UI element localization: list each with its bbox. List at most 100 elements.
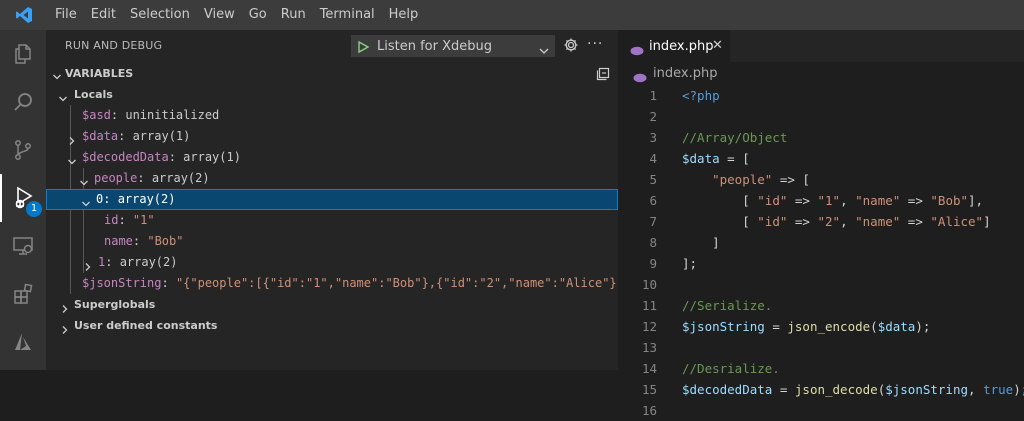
- variable-row[interactable]: $data: array(1): [46, 126, 618, 147]
- explorer-icon[interactable]: [0, 30, 46, 78]
- variable-row[interactable]: $asd: uninitialized: [46, 105, 618, 126]
- variable-row[interactable]: $jsonString: "{"people":[{"id":"1","name…: [46, 273, 638, 294]
- php-file-icon: [630, 41, 644, 60]
- variable-row[interactable]: people: array(2): [46, 168, 618, 189]
- remote-explorer-icon[interactable]: [0, 222, 46, 270]
- scope-superglobals[interactable]: Superglobals: [46, 294, 618, 315]
- variable-separator: :: [118, 213, 133, 227]
- close-icon[interactable]: ✕: [712, 38, 723, 53]
- variable-row[interactable]: $decodedData: array(1): [46, 147, 618, 168]
- variables-section-title: VARIABLES: [65, 67, 134, 80]
- variable-row-selected[interactable]: 0: array(2): [46, 189, 618, 210]
- code-token: => [: [772, 172, 810, 187]
- scope-locals[interactable]: Locals: [46, 84, 618, 105]
- code-line[interactable]: 3 //Array/Object: [618, 127, 1024, 148]
- menu-help[interactable]: Help: [382, 0, 426, 30]
- variable-separator: :: [168, 150, 184, 164]
- search-icon[interactable]: [0, 78, 46, 126]
- menu-go[interactable]: Go: [242, 0, 274, 30]
- code-line[interactable]: 5 "people" => [: [618, 169, 1024, 190]
- code-text: <?php: [682, 85, 720, 106]
- line-number: 14: [641, 361, 657, 376]
- extensions-icon[interactable]: [0, 270, 46, 318]
- variable-separator: :: [161, 276, 176, 290]
- editor-pane: index.php ✕ index.php 1 <?php 2 3 //Array/Ob…: [618, 30, 1024, 418]
- variable-value: array(1): [132, 129, 191, 143]
- code-token: true: [983, 382, 1014, 397]
- code-line[interactable]: 8 ]: [618, 232, 1024, 253]
- more-actions-icon[interactable]: ···: [587, 36, 603, 52]
- code-token: "id": [757, 193, 788, 208]
- vscode-logo-icon: [0, 0, 48, 30]
- menu-terminal[interactable]: Terminal: [313, 0, 382, 30]
- variable-value: array(2): [151, 171, 210, 185]
- code-text: //Desrialize.: [682, 358, 780, 379]
- tab-bar: index.php ✕: [618, 30, 1024, 62]
- code-token: =>: [787, 193, 818, 208]
- code-text: ]: [682, 232, 720, 253]
- menu-edit[interactable]: Edit: [84, 0, 123, 30]
- menu-selection[interactable]: Selection: [123, 0, 197, 30]
- gear-icon[interactable]: [563, 37, 579, 57]
- code-token: ,: [840, 193, 856, 208]
- code-token: json_encode: [787, 319, 871, 334]
- code-line[interactable]: 11 //Serialize.: [618, 295, 1024, 316]
- line-number: 7: [649, 214, 657, 229]
- activity-bar: 1: [0, 30, 46, 370]
- line-number: 13: [641, 340, 657, 355]
- line-number: 10: [641, 277, 657, 292]
- code-line[interactable]: 16: [618, 400, 1024, 421]
- code-line[interactable]: 1 <?php: [618, 85, 1024, 106]
- variable-row[interactable]: name: "Bob": [46, 231, 618, 252]
- menu-file[interactable]: File: [48, 0, 84, 30]
- breadcrumb[interactable]: index.php: [618, 62, 1024, 84]
- variable-row[interactable]: 1: array(2): [46, 252, 618, 273]
- source-control-icon[interactable]: [0, 126, 46, 174]
- azure-icon[interactable]: [0, 318, 46, 366]
- start-debug-icon[interactable]: [356, 39, 370, 58]
- code-token: =>: [787, 214, 818, 229]
- menu-run[interactable]: Run: [274, 0, 313, 30]
- code-text: //Array/Object: [682, 127, 787, 148]
- tab-index-php[interactable]: index.php ✕: [618, 30, 730, 62]
- title-bar: File Edit Selection View Go Run Terminal…: [0, 0, 1024, 30]
- variable-name: people: [94, 171, 138, 185]
- code-line[interactable]: 7 [ "id" => "2", "name" => "Alice"]: [618, 211, 1024, 232]
- code-text: //Serialize.: [682, 295, 772, 316]
- code-line[interactable]: 9];: [618, 253, 1024, 274]
- code-line[interactable]: 10: [618, 274, 1024, 295]
- scope-label: Locals: [74, 88, 113, 101]
- code-line[interactable]: 13: [618, 337, 1024, 358]
- variable-row[interactable]: id: "1": [46, 210, 618, 231]
- variable-name: name: [104, 234, 133, 248]
- code-text: [ "id" => "1", "name" => "Bob"],: [682, 190, 983, 211]
- variable-separator: :: [137, 171, 152, 185]
- code-line[interactable]: 2: [618, 106, 1024, 127]
- code-token: json_decode: [794, 382, 878, 397]
- code-line[interactable]: 14 //Desrialize.: [618, 358, 1024, 379]
- variable-value: array(2): [119, 255, 178, 269]
- code-token: "1": [817, 193, 841, 208]
- variables-section-header[interactable]: VARIABLES: [46, 62, 618, 84]
- launch-config-label: Listen for Xdebug: [377, 39, 493, 54]
- run-debug-icon[interactable]: 1: [0, 174, 46, 222]
- code-line[interactable]: 15 $decodedData = json_decode($jsonString…: [618, 379, 1024, 400]
- code-token: = [: [719, 151, 750, 166]
- line-number: 11: [641, 298, 657, 313]
- variable-value: "{"people":[{"id":"1","name":"Bob"},{"id…: [175, 276, 639, 290]
- collapse-all-icon[interactable]: [596, 66, 610, 85]
- code-text: $data = [: [682, 148, 750, 169]
- code-token: (: [877, 382, 886, 397]
- code-line[interactable]: 12 $jsonString = json_encode($data);: [618, 316, 1024, 337]
- menu-view[interactable]: View: [197, 0, 242, 30]
- chevron-down-icon: [538, 41, 550, 60]
- code-token: $data: [682, 151, 720, 166]
- code-line[interactable]: 4 $data = [: [618, 148, 1024, 169]
- launch-config-select[interactable]: Listen for Xdebug: [351, 35, 555, 57]
- scope-user-constants[interactable]: User defined constants: [46, 315, 618, 336]
- code-line[interactable]: 6 [ "id" => "1", "name" => "Bob"],: [618, 190, 1024, 211]
- code-token: "id": [757, 214, 788, 229]
- sidebar-header: RUN AND DEBUG Listen for Xdebug ···: [46, 30, 618, 62]
- variable-name: $data: [82, 129, 119, 143]
- code-token: (: [870, 319, 878, 334]
